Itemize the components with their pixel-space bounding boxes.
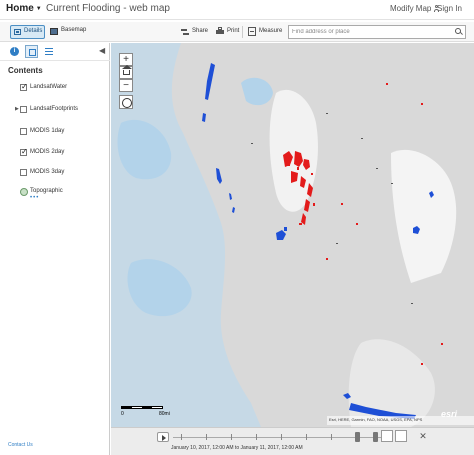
time-thumb-end[interactable] (373, 432, 378, 442)
close-icon[interactable]: ✕ (417, 430, 429, 442)
time-thumb-start[interactable] (355, 432, 360, 442)
basemap-layer-icon (20, 188, 28, 196)
measure-button[interactable]: Measure (259, 28, 282, 34)
more-options-icon[interactable]: ••• (30, 195, 39, 201)
map-title: Current Flooding - web map (46, 3, 170, 14)
default-extent-button[interactable] (119, 65, 133, 79)
time-extent-label: January 10, 2017, 12:00 AM to January 11… (171, 445, 303, 451)
expand-icon[interactable]: ▶ (15, 106, 19, 112)
share-icon[interactable] (181, 28, 189, 36)
measure-icon[interactable] (248, 27, 256, 36)
basemap-icon (50, 28, 58, 35)
layer-checkbox[interactable] (20, 106, 27, 113)
previous-icon[interactable] (381, 430, 393, 442)
details-label: Details (24, 28, 43, 34)
scale-end-label: 80mi (159, 411, 170, 417)
search-icon[interactable] (454, 27, 464, 37)
layer-label: MODIS 2day (30, 149, 65, 155)
layer-checkbox[interactable] (20, 82, 28, 91)
info-icon[interactable]: i (10, 47, 19, 56)
play-icon[interactable] (157, 432, 169, 442)
time-tick (181, 434, 182, 440)
tab-content[interactable] (25, 45, 38, 58)
details-icon (14, 29, 21, 35)
home-icon (122, 65, 132, 75)
layer-label: MODIS 3day (30, 169, 65, 175)
map-toolbar: Details Basemap Share Print Measure (0, 22, 474, 42)
time-tick (231, 434, 232, 440)
modify-map-link[interactable]: Modify Map (390, 4, 431, 13)
details-button[interactable]: Details (10, 25, 45, 39)
layer-checkbox[interactable] (20, 128, 27, 135)
print-icon[interactable] (216, 27, 224, 35)
map-canvas[interactable] (111, 43, 474, 427)
map-view[interactable]: + − 0 80mi Esri, HERE, Garmin, FAO, NOAA… (111, 43, 474, 427)
print-button[interactable]: Print (227, 28, 239, 34)
basemap-button[interactable]: Basemap (50, 25, 90, 39)
toolbar-divider (242, 26, 243, 38)
sidebar: i ◀ Contents LandsatWater ▶ LandsatFootp… (0, 43, 110, 455)
time-tick (281, 434, 282, 440)
layer-label: MODIS 1day (30, 128, 65, 134)
sign-in-link[interactable]: Sign In (437, 4, 462, 13)
time-tick (206, 434, 207, 440)
contents-heading: Contents (8, 66, 43, 75)
home-label: Home (6, 3, 34, 14)
esri-logo: esri (441, 409, 458, 419)
time-tick (306, 434, 307, 440)
next-icon[interactable] (395, 430, 407, 442)
time-tick (331, 434, 332, 440)
collapse-sidebar-icon[interactable]: ◀ (99, 46, 105, 55)
locate-icon[interactable] (119, 95, 133, 109)
layer-label: LandsatWater (30, 84, 68, 90)
time-tick (256, 434, 257, 440)
layer-checkbox[interactable] (20, 147, 28, 156)
share-button[interactable]: Share (192, 28, 208, 34)
search-box (288, 25, 466, 39)
scale-start-label: 0 (121, 411, 124, 417)
time-slider: ✕ January 10, 2017, 12:00 AM to January … (111, 427, 474, 455)
contact-us-link[interactable]: Contact Us (8, 442, 33, 448)
sidebar-tabs: i ◀ (0, 43, 110, 61)
top-nav: Home ▼ Current Flooding - web map Modify … (0, 0, 474, 20)
caret-down-icon: ▼ (35, 6, 42, 12)
layer-checkbox[interactable] (20, 169, 27, 176)
basemap-label: Basemap (61, 27, 87, 33)
legend-icon[interactable] (45, 47, 53, 56)
scale-bar-graphic (121, 406, 163, 409)
search-input[interactable] (289, 26, 455, 38)
home-menu[interactable]: Home ▼ (6, 3, 42, 14)
zoom-out-button[interactable]: − (119, 79, 133, 92)
layer-label: Topographic (30, 188, 63, 194)
layer-label: LandsatFootprints (30, 106, 79, 112)
